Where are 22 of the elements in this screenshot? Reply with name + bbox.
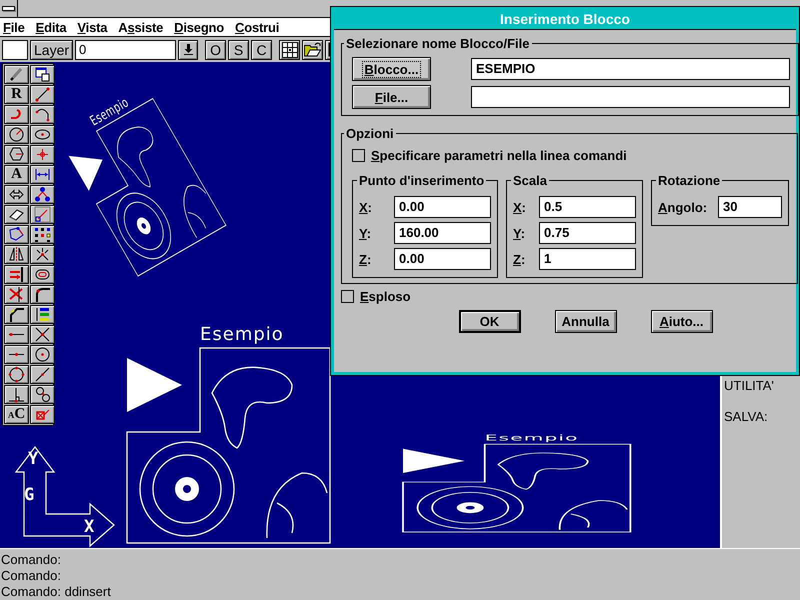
command-line: Comando: ddinsert <box>1 584 112 600</box>
block-label: Esempio <box>484 433 579 443</box>
group-title: Selezionare nome Blocco/File <box>345 36 530 51</box>
group-title: Opzioni <box>345 126 395 141</box>
axis-label: X <box>84 517 94 537</box>
field-label: Z: <box>513 252 526 266</box>
group-title: Rotazione <box>657 173 722 188</box>
field-label: Z: <box>359 252 372 266</box>
block-label: Esempio <box>200 324 284 345</box>
axis-label: G <box>24 485 34 505</box>
field-label: X: <box>513 200 526 214</box>
group-title: Punto d'inserimento <box>358 173 486 188</box>
checkbox-label: Specificare parametri nella linea comandi <box>371 148 627 163</box>
field-label: Y: <box>359 226 372 240</box>
command-line: Comando: <box>1 568 62 584</box>
command-line: Comando: <box>1 552 62 568</box>
checkbox-label: Esploso <box>360 289 411 304</box>
field-label: Angolo: <box>658 200 708 214</box>
group-title: Scala <box>512 173 548 188</box>
axis-label: Y <box>28 449 38 469</box>
field-label: Y: <box>513 226 526 240</box>
field-label: X: <box>359 200 372 214</box>
